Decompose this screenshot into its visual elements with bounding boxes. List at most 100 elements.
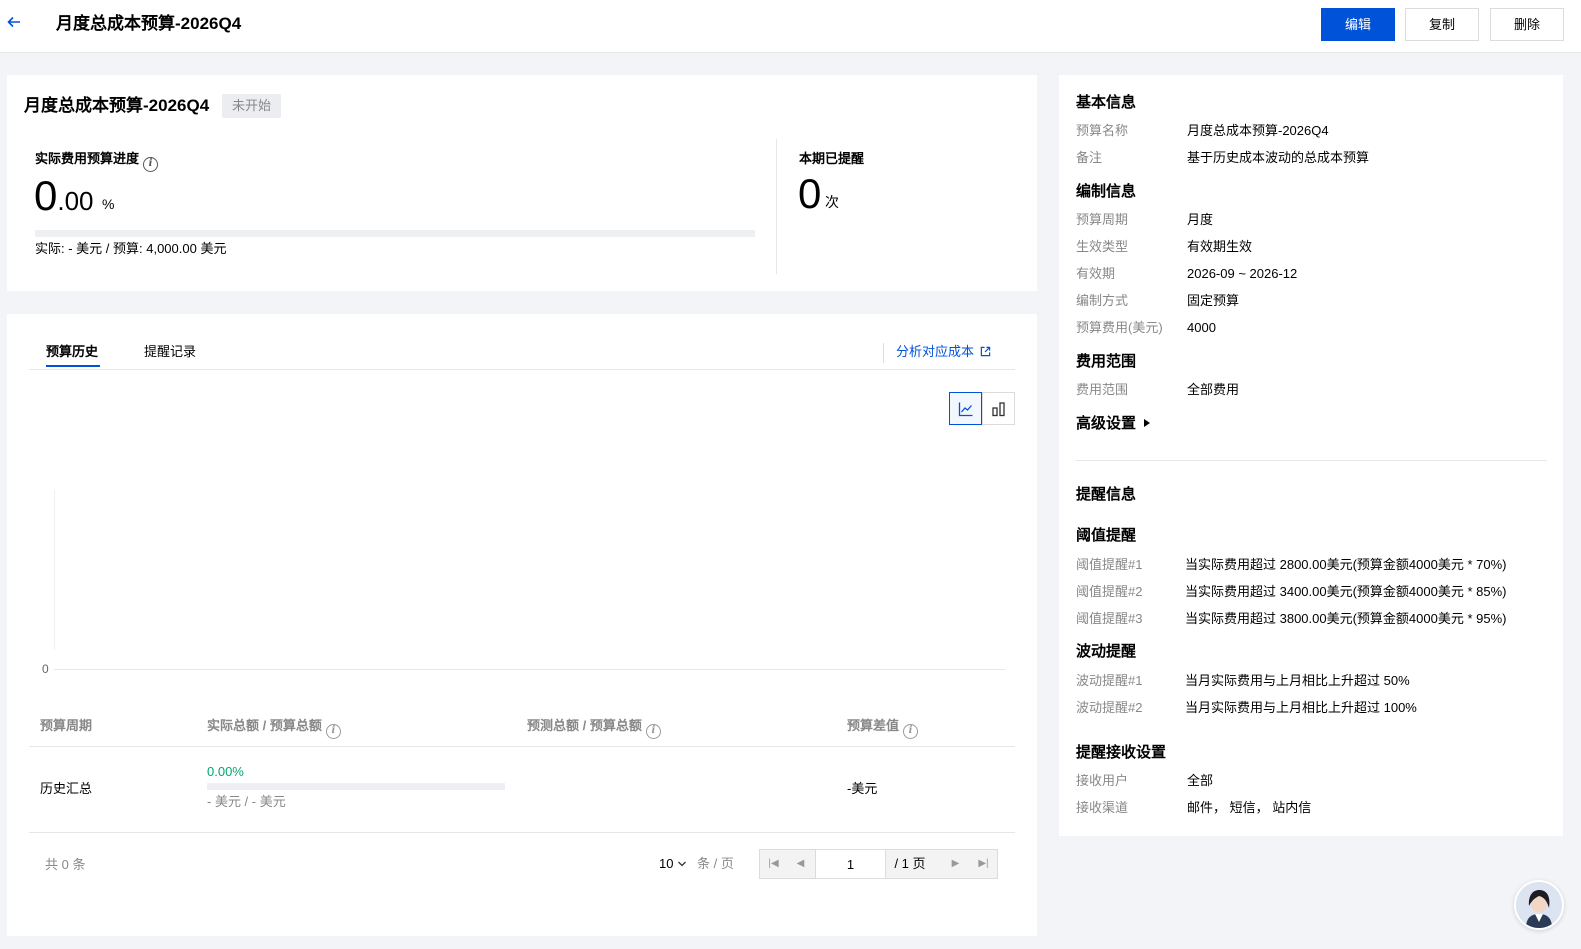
page-header: 月度总成本预算-2026Q4 编辑 复制 删除 bbox=[0, 0, 1581, 53]
x-axis-line bbox=[54, 669, 1005, 670]
info-icon[interactable]: i bbox=[645, 724, 661, 739]
page-number-input[interactable] bbox=[815, 849, 886, 879]
progress-label-text: 实际费用预算进度 bbox=[35, 151, 140, 166]
progress-dec: .00 bbox=[57, 186, 94, 216]
progress-text: 实际: - 美元 / 预算: 4,000.00 美元 bbox=[35, 241, 227, 256]
page-size-unit: 条 / 页 bbox=[697, 856, 734, 871]
progress-unit: % bbox=[102, 196, 115, 212]
divider bbox=[883, 343, 884, 363]
field-label: 有效期 bbox=[1076, 266, 1116, 281]
field-value: 月度 bbox=[1187, 212, 1214, 227]
field-label: 费用范围 bbox=[1076, 382, 1129, 397]
info-icon[interactable]: i bbox=[325, 724, 341, 739]
row-progress-bar bbox=[207, 783, 505, 790]
tabs-divider bbox=[29, 369, 1015, 370]
active-tab-indicator bbox=[46, 365, 100, 367]
next-page-icon[interactable]: ▶ bbox=[942, 850, 969, 878]
info-panel: 基本信息 预算名称 月度总成本预算-2026Q4 备注 基于历史成本波动的总成本… bbox=[1059, 75, 1563, 836]
field-value: 当实际费用超过 3800.00美元(预算金额4000美元 * 95%) bbox=[1185, 611, 1507, 626]
delete-button[interactable]: 删除 bbox=[1490, 8, 1564, 41]
alerts-label: 本期已提醒 bbox=[799, 151, 865, 166]
field-value: 当实际费用超过 3400.00美元(预算金额4000美元 * 85%) bbox=[1185, 584, 1507, 599]
history-card: 预算历史 提醒记录 分析对应成本 0 预算周期 实际总额 / 预算总额 i 预测总… bbox=[7, 314, 1037, 936]
page-size-value: 10 bbox=[659, 856, 674, 871]
col-header-period: 预算周期 bbox=[40, 718, 93, 733]
col-header-diff: 预算差值 i bbox=[847, 717, 919, 739]
progress-bar bbox=[35, 230, 755, 237]
field-value: 当实际费用超过 2800.00美元(预算金额4000美元 * 70%) bbox=[1185, 557, 1507, 572]
edit-button[interactable]: 编辑 bbox=[1321, 8, 1395, 41]
table-row-divider bbox=[29, 832, 1015, 833]
alert-info-title: 提醒信息 bbox=[1076, 486, 1137, 503]
table-cell-diff: -美元 bbox=[847, 781, 878, 796]
line-chart-toggle[interactable] bbox=[949, 392, 982, 425]
col-header-forecast: 预测总额 / 预算总额 i bbox=[527, 717, 661, 739]
field-label: 预算周期 bbox=[1076, 212, 1129, 227]
scope-title: 费用范围 bbox=[1076, 353, 1137, 370]
advanced-settings-label: 高级设置 bbox=[1076, 415, 1137, 432]
alerts-unit: 次 bbox=[825, 194, 839, 210]
avatar-icon bbox=[1516, 882, 1562, 928]
field-value: 4000 bbox=[1187, 320, 1216, 335]
field-value: 有效期生效 bbox=[1187, 239, 1253, 254]
field-label: 接收用户 bbox=[1076, 773, 1129, 788]
advanced-settings-toggle[interactable]: 高级设置 bbox=[1076, 414, 1151, 434]
divider bbox=[776, 139, 777, 274]
budget-title: 月度总成本预算-2026Q4 bbox=[24, 96, 210, 115]
table-cell-pct: 0.00% bbox=[207, 764, 244, 779]
col-header-actual: 实际总额 / 预算总额 i bbox=[207, 717, 341, 739]
compile-info-title: 编制信息 bbox=[1076, 183, 1137, 200]
table-header-divider bbox=[29, 746, 1015, 747]
budget-history-chart: 0 bbox=[37, 474, 1017, 675]
field-value: 2026-09 ~ 2026-12 bbox=[1187, 266, 1298, 281]
bar-chart-toggle[interactable] bbox=[982, 392, 1015, 425]
assistant-avatar[interactable] bbox=[1514, 880, 1564, 930]
page-title: 月度总成本预算-2026Q4 bbox=[56, 14, 242, 33]
col-header-actual-text: 实际总额 / 预算总额 bbox=[207, 718, 322, 733]
alerts-count: 0 bbox=[798, 170, 822, 217]
tab-budget-history[interactable]: 预算历史 bbox=[46, 343, 98, 361]
fluct-alert-title: 波动提醒 bbox=[1076, 643, 1137, 660]
progress-int: 0 bbox=[34, 172, 58, 219]
field-value: 月度总成本预算-2026Q4 bbox=[1187, 123, 1329, 138]
progress-label: 实际费用预算进度 i bbox=[35, 150, 159, 172]
col-header-diff-text: 预算差值 bbox=[847, 718, 900, 733]
total-count: 共 0 条 bbox=[45, 857, 86, 872]
table-cell-actual-budget: - 美元 / - 美元 bbox=[207, 794, 286, 809]
basic-info-title: 基本信息 bbox=[1076, 94, 1137, 111]
tab-alert-records[interactable]: 提醒记录 bbox=[144, 343, 196, 361]
analyze-cost-link[interactable]: 分析对应成本 bbox=[896, 343, 991, 361]
field-value: 邮件， 短信， 站内信 bbox=[1187, 800, 1312, 815]
first-page-icon[interactable]: |◀ bbox=[760, 850, 787, 878]
field-label: 阈值提醒#3 bbox=[1076, 611, 1143, 626]
analyze-cost-label: 分析对应成本 bbox=[896, 344, 975, 359]
copy-button[interactable]: 复制 bbox=[1405, 8, 1479, 41]
field-label: 编制方式 bbox=[1076, 293, 1129, 308]
back-arrow-icon[interactable] bbox=[6, 14, 26, 34]
field-value: 全部 bbox=[1187, 773, 1214, 788]
field-label: 波动提醒#1 bbox=[1076, 673, 1143, 688]
field-value: 固定预算 bbox=[1187, 293, 1240, 308]
field-label: 接收渠道 bbox=[1076, 800, 1129, 815]
field-label: 生效类型 bbox=[1076, 239, 1129, 254]
field-label: 预算费用(美元) bbox=[1076, 320, 1163, 335]
prev-page-icon[interactable]: ◀ bbox=[787, 850, 814, 878]
y-axis-line bbox=[54, 490, 55, 650]
field-label: 波动提醒#2 bbox=[1076, 700, 1143, 715]
field-value: 基于历史成本波动的总成本预算 bbox=[1187, 150, 1370, 165]
chevron-down-icon bbox=[678, 861, 687, 867]
receive-settings-title: 提醒接收设置 bbox=[1076, 744, 1167, 761]
threshold-alert-title: 阈值提醒 bbox=[1076, 527, 1137, 544]
field-value: 当月实际费用与上月相比上升超过 50% bbox=[1185, 673, 1410, 688]
last-page-icon[interactable]: ▶| bbox=[970, 850, 997, 878]
field-label: 阈值提醒#2 bbox=[1076, 584, 1143, 599]
page-size-select[interactable]: 10 bbox=[659, 855, 687, 873]
info-icon[interactable]: i bbox=[903, 724, 919, 739]
col-header-forecast-text: 预测总额 / 预算总额 bbox=[527, 718, 642, 733]
field-label: 阈值提醒#1 bbox=[1076, 557, 1143, 572]
line-chart-icon bbox=[958, 402, 973, 417]
field-label: 预算名称 bbox=[1076, 123, 1129, 138]
table-cell-period: 历史汇总 bbox=[40, 781, 93, 796]
external-link-icon bbox=[980, 346, 991, 357]
info-icon[interactable]: i bbox=[143, 157, 159, 172]
